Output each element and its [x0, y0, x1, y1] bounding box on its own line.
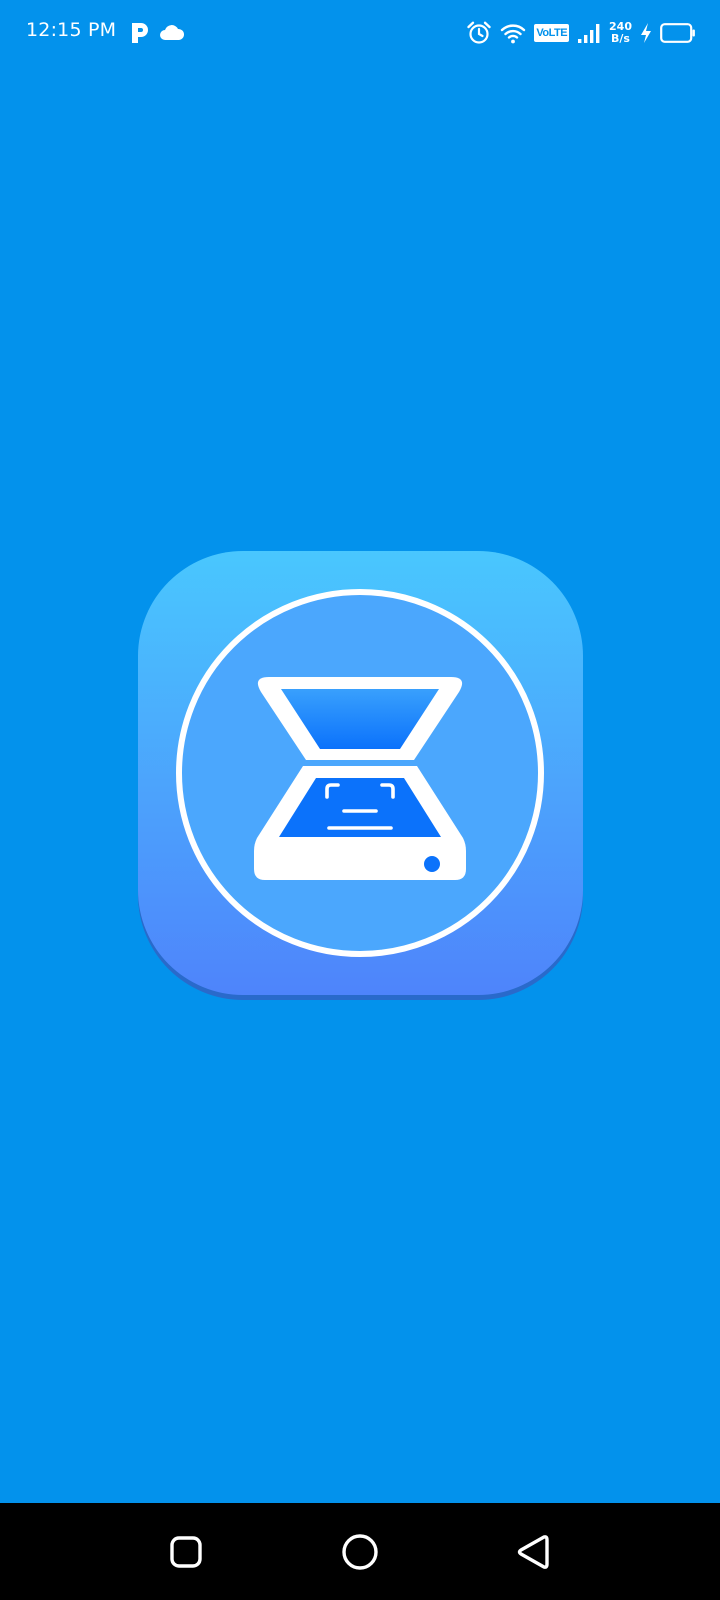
- navigation-bar: [0, 1503, 720, 1600]
- signal-icon: [577, 22, 601, 44]
- cloud-icon: [158, 23, 186, 43]
- status-system-icons: VoLTE 240 B/s: [466, 16, 696, 50]
- home-button[interactable]: [339, 1531, 381, 1573]
- battery-icon: [660, 23, 696, 43]
- volte-icon: VoLTE: [534, 24, 570, 42]
- back-button[interactable]: [513, 1531, 555, 1573]
- back-icon: [516, 1533, 552, 1571]
- status-notification-icons: [130, 18, 186, 48]
- network-speed-unit: B/s: [611, 32, 630, 45]
- recents-icon: [169, 1535, 203, 1569]
- home-icon: [341, 1533, 379, 1571]
- alarm-icon: [466, 20, 492, 46]
- status-time: 12:15 PM: [26, 19, 117, 41]
- recents-button[interactable]: [165, 1531, 207, 1573]
- network-speed: 240 B/s: [609, 21, 632, 45]
- status-bar: 12:15 PM VoLTE 240 B/s: [0, 0, 720, 66]
- charging-bolt-icon: [640, 22, 652, 44]
- wifi-icon: [500, 22, 526, 44]
- parking-app-icon: [130, 21, 150, 45]
- document-scanner-icon: [138, 551, 583, 1000]
